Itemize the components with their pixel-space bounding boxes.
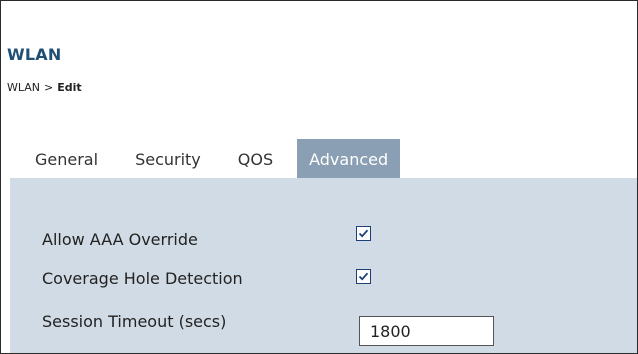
- session-timeout-input[interactable]: [359, 316, 494, 346]
- page-title: WLAN: [7, 45, 62, 64]
- tab-bar: General Security QOS Advanced: [23, 139, 401, 179]
- coverage-hole-detection-checkbox[interactable]: [356, 269, 371, 284]
- coverage-hole-detection-label: Coverage Hole Detection: [42, 269, 243, 288]
- tab-security[interactable]: Security: [123, 139, 213, 179]
- breadcrumb-parent[interactable]: WLAN: [7, 81, 40, 94]
- checkmark-icon: [358, 229, 369, 238]
- breadcrumb: WLAN > Edit: [7, 81, 82, 94]
- wlan-edit-window: WLAN WLAN > Edit General Security QOS Adva…: [0, 0, 638, 354]
- checkmark-icon: [358, 272, 369, 281]
- tab-qos[interactable]: QOS: [226, 139, 285, 179]
- tab-general[interactable]: General: [23, 139, 110, 179]
- allow-aaa-override-checkbox[interactable]: [356, 226, 371, 241]
- breadcrumb-current: Edit: [57, 81, 82, 94]
- tab-advanced[interactable]: Advanced: [297, 139, 401, 179]
- breadcrumb-separator: >: [44, 81, 54, 94]
- allow-aaa-override-label: Allow AAA Override: [42, 230, 198, 249]
- session-timeout-label: Session Timeout (secs): [42, 312, 227, 331]
